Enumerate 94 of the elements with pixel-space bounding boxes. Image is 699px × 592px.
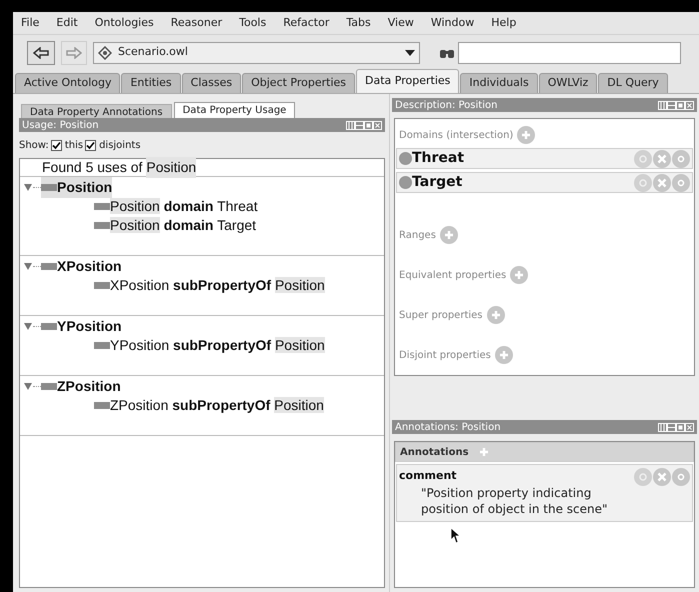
annotations-label: Annotations: [400, 446, 469, 460]
tab[interactable]: Entities: [121, 73, 181, 93]
data-property-icon: [41, 322, 57, 330]
view-title: Annotations: Position: [395, 420, 501, 434]
usage-group[interactable]: XPosition: [41, 256, 122, 276]
subtab[interactable]: Data Property Usage: [174, 102, 296, 118]
checkbox[interactable]: [50, 140, 62, 150]
dropdown-caret-icon: [405, 50, 415, 56]
view-title: Usage: Position: [22, 118, 99, 132]
checkbox-label: this: [64, 138, 84, 152]
tab[interactable]: Data Properties: [356, 69, 460, 93]
annotate-icon[interactable]: [634, 174, 652, 192]
back-button[interactable]: [27, 40, 55, 64]
section-label: Disjoint properties: [399, 348, 491, 362]
usage-group[interactable]: ZPosition: [41, 376, 121, 396]
usage-group[interactable]: YPosition: [41, 316, 122, 336]
ontology-dropdown[interactable]: Scenario.owl: [93, 42, 420, 64]
menu-item[interactable]: Edit: [56, 14, 78, 32]
add-icon[interactable]: [517, 126, 536, 144]
view-controls-icon[interactable]: [658, 422, 694, 432]
show-label: Show:: [19, 138, 49, 152]
tab[interactable]: OWLViz: [538, 73, 598, 93]
right-arrow-icon: [66, 46, 82, 58]
tab[interactable]: Classes: [182, 73, 242, 93]
frame-row[interactable]: Threat: [396, 148, 693, 169]
usage-summary: Found 5 uses of: [42, 158, 142, 177]
view-controls-icon[interactable]: [346, 120, 382, 130]
domain-class: Target: [412, 173, 464, 192]
usage-axiom[interactable]: YPosition subPropertyOf Position: [110, 335, 325, 356]
class-icon: [399, 176, 412, 189]
class-icon: [399, 152, 412, 165]
expand-toggle-icon[interactable]: [23, 182, 33, 192]
expand-toggle-icon[interactable]: [23, 381, 33, 391]
data-property-icon: [41, 382, 57, 390]
frame-row[interactable]: Target: [396, 172, 693, 193]
mouse-pointer-icon: [451, 528, 461, 544]
menu-item[interactable]: Refactor: [283, 14, 330, 32]
add-icon[interactable]: [494, 346, 513, 364]
section-label: Ranges: [399, 228, 436, 242]
info-icon[interactable]: [672, 174, 690, 192]
usage-axiom[interactable]: XPosition subPropertyOf Position: [110, 275, 325, 296]
section-label: Equivalent properties: [399, 268, 506, 282]
add-icon[interactable]: [440, 226, 458, 244]
usage-axiom[interactable]: ZPosition subPropertyOf Position: [110, 395, 324, 416]
search-field[interactable]: [458, 42, 681, 64]
menu-item[interactable]: Window: [430, 14, 474, 32]
view-controls-icon[interactable]: [658, 100, 694, 110]
tab[interactable]: DL Query: [598, 73, 668, 93]
tab[interactable]: Individuals: [460, 73, 538, 93]
annotate-icon[interactable]: [634, 150, 652, 168]
annotation-property: comment: [399, 468, 458, 484]
data-property-icon: [94, 402, 110, 409]
data-property-icon: [41, 262, 57, 270]
data-property-icon: [94, 282, 110, 289]
info-icon[interactable]: [672, 150, 690, 168]
data-property-icon: [41, 184, 57, 190]
usage-axiom[interactable]: Position domain Target: [110, 215, 256, 236]
ontology-icon: [98, 46, 112, 60]
data-property-icon: [94, 203, 110, 210]
data-property-icon: [94, 342, 110, 349]
menu-item[interactable]: Tools: [239, 14, 266, 32]
info-icon[interactable]: [672, 468, 690, 486]
view-title: Description: Position: [395, 98, 498, 112]
domain-class: Threat: [412, 149, 466, 168]
annotate-icon[interactable]: [634, 468, 652, 486]
menu-item[interactable]: View: [388, 14, 414, 32]
annotation-row[interactable]: comment "Position property indicating position of object in the scene": [396, 464, 693, 522]
usage-axiom[interactable]: Position domain Threat: [110, 196, 258, 217]
menu-item[interactable]: Reasoner: [170, 14, 222, 32]
menu-item[interactable]: Tabs: [346, 14, 371, 32]
checkbox[interactable]: [85, 140, 96, 150]
tab[interactable]: Active Ontology: [15, 73, 120, 93]
menu-item[interactable]: Ontologies: [94, 14, 154, 32]
add-icon[interactable]: [486, 306, 505, 324]
add-icon[interactable]: [510, 266, 528, 284]
data-property-icon: [94, 222, 110, 229]
annotation-value: "Position property indicating position of object in the scene": [420, 484, 609, 516]
menu-item[interactable]: File: [21, 14, 40, 32]
usage-summary: Position: [146, 157, 196, 178]
section-label: Super properties: [399, 308, 483, 322]
delete-icon[interactable]: [653, 468, 671, 486]
expand-toggle-icon[interactable]: [23, 261, 33, 271]
section-label: Domains (intersection): [399, 128, 514, 142]
forward-button[interactable]: [61, 40, 87, 64]
menu-item[interactable]: Help: [491, 14, 516, 32]
usage-group[interactable]: Position: [41, 176, 112, 198]
tab[interactable]: Object Properties: [242, 73, 356, 93]
expand-toggle-icon[interactable]: [23, 321, 33, 331]
checkbox-label: disjoints: [99, 138, 141, 152]
ontology-name: Scenario.owl: [118, 44, 189, 60]
delete-icon[interactable]: [653, 174, 671, 192]
delete-icon[interactable]: [653, 150, 671, 168]
subtab[interactable]: Data Property Annotations: [21, 104, 172, 118]
left-arrow-icon: [33, 46, 49, 58]
